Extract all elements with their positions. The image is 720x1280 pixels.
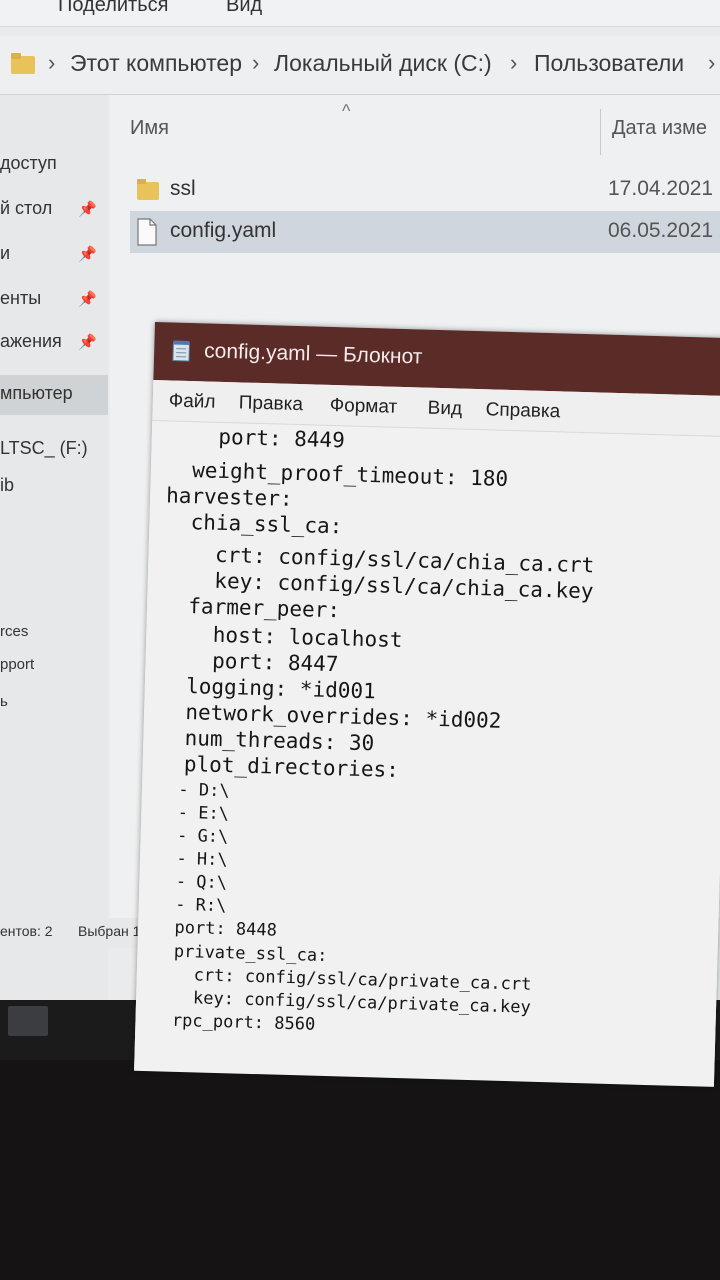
nav-item-drive-f[interactable]: LTSC_ (F:) bbox=[0, 430, 108, 470]
code-line: - G:\ bbox=[156, 825, 229, 848]
pin-icon: 📌 bbox=[78, 246, 97, 263]
ribbon-tabs: Поделиться Вид bbox=[0, 0, 720, 27]
file-row-ssl[interactable]: ssl 17.04.2021 bbox=[130, 169, 720, 211]
sort-up-icon[interactable]: ^ bbox=[342, 101, 350, 122]
folder-icon bbox=[11, 53, 35, 74]
code-line: farmer_peer: bbox=[162, 593, 341, 623]
menu-format[interactable]: Формат bbox=[329, 395, 397, 419]
nav-item-support[interactable]: pport bbox=[0, 648, 108, 688]
file-name: ssl bbox=[170, 177, 196, 200]
pin-icon: 📌 bbox=[78, 291, 97, 308]
code-line: - H:\ bbox=[155, 848, 228, 871]
nav-item-quick-access[interactable]: доступ bbox=[0, 145, 108, 185]
nav-item-pictures[interactable]: ажения 📌 bbox=[0, 323, 108, 363]
text-editor[interactable]: port: 8449 weight_proof_timeout: 180 har… bbox=[134, 419, 720, 1087]
menu-help[interactable]: Справка bbox=[485, 399, 560, 423]
chevron-right-icon[interactable]: › bbox=[708, 50, 715, 76]
window-title: config.yaml — Блокнот bbox=[203, 339, 423, 369]
nav-item-network[interactable]: ь bbox=[0, 685, 108, 725]
code-line: harvester: bbox=[165, 483, 293, 511]
notepad-window: config.yaml — Блокнот Файл Правка Формат… bbox=[134, 322, 720, 1087]
navigation-pane: доступ й стол 📌 и 📌 енты 📌 ажения 📌 мпью… bbox=[0, 95, 108, 1045]
code-line: plot_directories: bbox=[158, 751, 400, 782]
breadcrumb-local-disk[interactable]: Локальный диск (C:) bbox=[274, 50, 492, 77]
menu-view[interactable]: Вид bbox=[427, 398, 462, 421]
nav-item-lib[interactable]: ib bbox=[0, 467, 108, 507]
chevron-right-icon[interactable]: › bbox=[252, 50, 259, 76]
pin-icon: 📌 bbox=[78, 201, 97, 218]
tab-view[interactable]: Вид bbox=[226, 0, 262, 17]
nav-item-this-pc[interactable]: мпьютер bbox=[0, 375, 108, 415]
notepad-icon bbox=[172, 340, 190, 362]
breadcrumb-users[interactable]: Пользователи bbox=[534, 50, 684, 77]
file-name: config.yaml bbox=[170, 219, 277, 242]
code-line: - D:\ bbox=[157, 779, 230, 802]
start-button[interactable] bbox=[8, 1006, 48, 1036]
code-line: port: 8448 bbox=[153, 917, 278, 941]
file-row-config-yaml[interactable]: config.yaml 06.05.2021 2 bbox=[130, 211, 720, 253]
folder-icon bbox=[137, 179, 159, 200]
column-divider[interactable] bbox=[600, 109, 601, 155]
code-line: logging: *id001 bbox=[160, 673, 377, 704]
nav-item-documents[interactable]: енты 📌 bbox=[0, 280, 108, 320]
column-header-name[interactable]: Имя bbox=[130, 117, 169, 140]
file-date: 17.04.2021 bbox=[608, 177, 714, 200]
code-line: port: 8449 bbox=[167, 423, 346, 453]
code-line: - R:\ bbox=[154, 894, 227, 917]
code-line: port: 8447 bbox=[161, 647, 339, 677]
menu-file[interactable]: Файл bbox=[168, 390, 216, 413]
chevron-right-icon[interactable]: › bbox=[48, 50, 55, 76]
file-icon bbox=[137, 218, 157, 246]
nav-item-desktop[interactable]: й стол 📌 bbox=[0, 190, 108, 230]
column-header-date[interactable]: Дата изме bbox=[612, 117, 707, 140]
code-line: private_ssl_ca: bbox=[153, 941, 328, 967]
code-line: - E:\ bbox=[157, 802, 230, 825]
file-date: 06.05.2021 2 bbox=[608, 219, 720, 242]
address-bar[interactable]: › Этот компьютер › Локальный диск (C:) ›… bbox=[0, 36, 720, 95]
tab-share[interactable]: Поделиться bbox=[58, 0, 168, 17]
code-line: - Q:\ bbox=[155, 871, 228, 894]
pin-icon: 📌 bbox=[78, 334, 97, 351]
code-line: chia_ssl_ca: bbox=[165, 509, 343, 539]
nav-item-downloads[interactable]: и 📌 bbox=[0, 235, 108, 275]
status-item-count: ентов: 2 bbox=[0, 923, 53, 939]
menu-edit[interactable]: Правка bbox=[238, 392, 303, 416]
breadcrumb-this-pc[interactable]: Этот компьютер bbox=[70, 50, 242, 77]
code-line: num_threads: 30 bbox=[159, 725, 375, 756]
chevron-right-icon[interactable]: › bbox=[510, 50, 517, 76]
code-line: rpc_port: 8560 bbox=[151, 1010, 316, 1035]
